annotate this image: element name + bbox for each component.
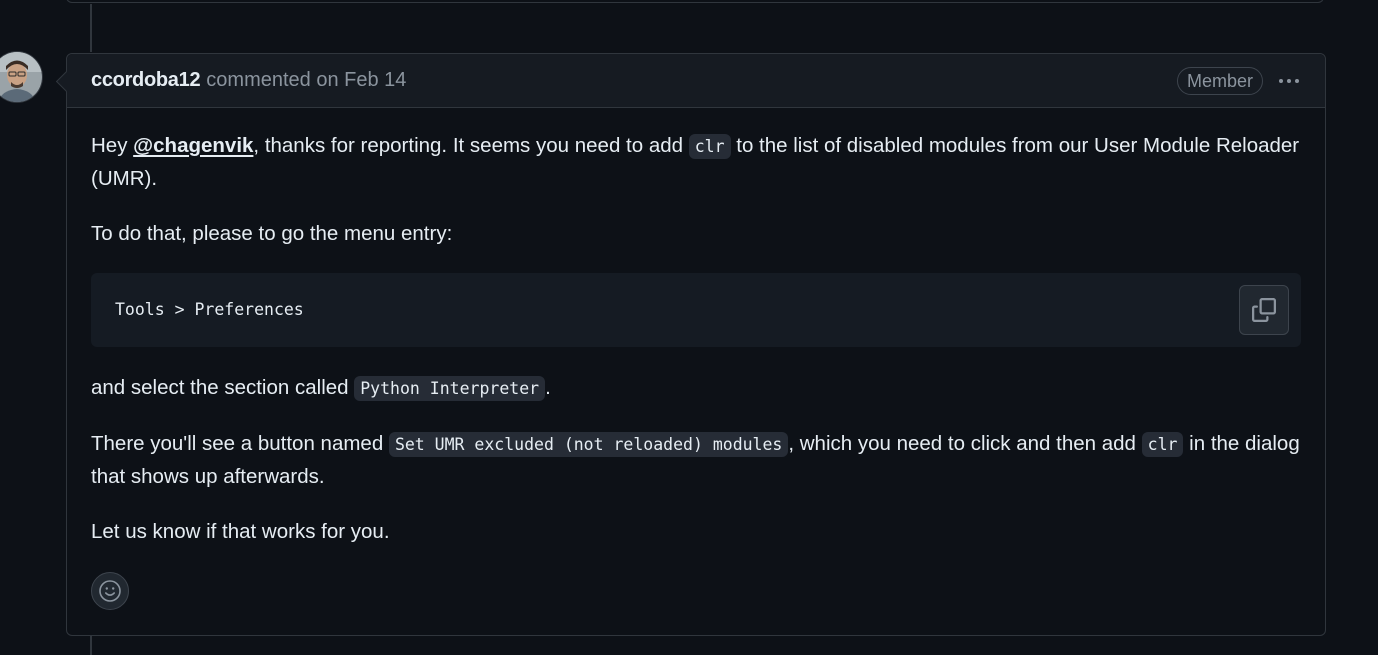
author-avatar[interactable] (0, 52, 42, 102)
paragraph: and select the section called Python Int… (91, 376, 551, 401)
comment-body: Hey @chagenvik, thanks for reporting. It… (67, 108, 1325, 548)
paragraph: There you'll see a button named Set UMR … (91, 432, 1300, 488)
header-actions: Member (1176, 66, 1301, 95)
kebab-horizontal-icon[interactable] (1277, 75, 1301, 87)
paragraph: To do that, please to go the menu entry: (91, 222, 453, 245)
comment-timestamp[interactable]: commented on Feb 14 (206, 69, 406, 92)
previous-comment-card (66, 0, 1324, 3)
paragraph: Let us know if that works for you. (91, 520, 390, 543)
inline-code: Set UMR excluded (not reloaded) modules (388, 432, 789, 457)
user-mention-link[interactable]: @chagenvik (133, 134, 253, 157)
author-link[interactable]: ccordoba12 (91, 69, 201, 92)
copy-icon (1252, 298, 1276, 322)
timeline-line (90, 635, 92, 655)
copy-button[interactable] (1239, 285, 1289, 335)
inline-code: clr (1141, 432, 1184, 457)
role-badge: Member (1176, 66, 1263, 95)
code-block: Tools > Preferences (91, 273, 1301, 347)
user-avatar-icon (0, 52, 42, 102)
inline-code: Python Interpreter (354, 376, 546, 401)
inline-code: clr (688, 134, 731, 159)
code-block-text: Tools > Preferences (115, 300, 304, 319)
comment-card: ccordoba12 commented on Feb 14 Member He… (55, 53, 1326, 636)
timeline-line (90, 4, 92, 52)
timeline: ccordoba12 commented on Feb 14 Member He… (0, 0, 1378, 655)
paragraph: Hey @chagenvik, thanks for reporting. It… (91, 134, 1300, 190)
comment-header: ccordoba12 commented on Feb 14 Member (67, 54, 1325, 108)
smiley-icon (99, 580, 121, 602)
add-reaction-button[interactable] (91, 572, 129, 610)
